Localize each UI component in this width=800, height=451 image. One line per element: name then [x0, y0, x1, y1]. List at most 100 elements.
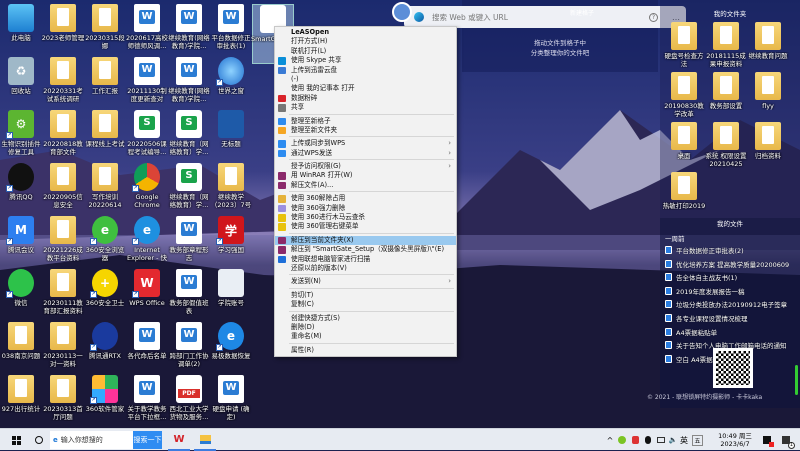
desktop-icon-folder[interactable]: 20220905信息安全 [42, 163, 84, 209]
desktop-icon-folder[interactable]: 20220331考试系统调研 [42, 57, 84, 103]
desktop-icon-pdf[interactable]: 西北工业大学货物及服务... [168, 375, 210, 421]
desktop-icon-word[interactable]: 教务部章程形志 [168, 216, 210, 262]
menu-item[interactable]: 创建快捷方式(S) [275, 314, 456, 323]
menu-item[interactable]: 上传或同步到WPS › [275, 139, 456, 148]
desktop-icon-image[interactable]: 学院账号 [210, 269, 252, 307]
desktop-icon-folder[interactable]: 20221226成教平台资料 [42, 216, 84, 262]
desktop-icon-qq[interactable]: ↗ 腾讯QQ [0, 163, 42, 201]
desktop-icon-word[interactable]: 2020617高校师德师风调... [126, 4, 168, 50]
desktop-icon-folder[interactable]: 20230113一对一资料 [42, 322, 84, 368]
file-explorer-icon[interactable] [194, 429, 216, 451]
menu-item[interactable]: 通过WPS发送 › [275, 149, 456, 158]
tray-expand-icon[interactable]: ^ [605, 429, 615, 451]
desktop-icon-wechat[interactable]: ↗ 微信 [0, 269, 42, 307]
tray-360-icon[interactable] [617, 429, 627, 451]
desktop-icon-xuexi[interactable]: 学 ↗ 学习强国 [210, 216, 252, 254]
menu-item[interactable]: 删除(D) [275, 323, 456, 332]
desktop-icon-rtx[interactable]: ↗ 腾讯通RTX [84, 322, 126, 360]
search-button[interactable]: 搜索一下 [133, 431, 162, 449]
desktop-icon-recover[interactable]: e ↗ 易极数据恢复 [210, 322, 252, 360]
menu-item[interactable]: 使用 Skype 共享 [275, 56, 456, 65]
recent-file-item[interactable]: 各专业课程设置情况梳理 [665, 312, 748, 324]
tray-qq-icon[interactable] [643, 429, 653, 451]
desktop-icon-sheet[interactable]: 继续教育（网络教育）学... [168, 110, 210, 156]
edge-search-input[interactable]: 搜索 Web 或键入 URL [432, 12, 508, 23]
desktop-icon-globe[interactable]: ↗ 世界之窗 [210, 57, 252, 95]
clock[interactable]: 10:49 周三 2023/6/7 [712, 429, 758, 451]
menu-item[interactable]: 解压到当前文件夹(X) [275, 235, 456, 246]
desktop-icon-word[interactable]: 关于教学教务平台下拉框... [126, 375, 168, 421]
ime-indicator[interactable]: 五 [692, 429, 703, 451]
menu-item[interactable]: 用 WinRAR 打开(W) [275, 171, 456, 180]
fence-folder[interactable]: 继续教育问题 [747, 22, 789, 60]
desktop-icon-word[interactable]: 平台数据修正审批表(1) [210, 4, 252, 50]
fence-scrollbar[interactable] [795, 365, 798, 395]
desktop-icon-sheet[interactable]: 继续教育（网络教育）学... [168, 163, 210, 209]
desktop-icon-word[interactable]: 硬盘申请 (确定) [210, 375, 252, 421]
desktop-icon-folder[interactable]: 2023老师管理 [42, 4, 84, 42]
menu-item[interactable]: 还原以前的版本(V) [275, 264, 456, 273]
desktop-icon-soft360[interactable]: ↗ 360软件管家 [84, 375, 126, 413]
menu-item[interactable]: 复制(C) [275, 300, 456, 309]
edge-search-bar[interactable]: 搜索 Web 或键入 URL 新建格子 ? … [404, 6, 686, 28]
menu-item[interactable]: 上传到迅雷云盘 [275, 66, 456, 75]
recent-file-item[interactable]: 2019年度发展报告一稿 [665, 285, 745, 297]
menu-item[interactable]: 解压文件(A)... [275, 181, 456, 190]
fence-folder[interactable]: 归档资料 [747, 122, 789, 160]
menu-item[interactable]: (-) [275, 75, 456, 84]
tray-app-icon[interactable] [760, 429, 774, 451]
menu-item[interactable]: 使用 360解除占用 [275, 194, 456, 203]
desktop-icon-folder[interactable]: 927出行统计 [0, 375, 42, 413]
desktop-icon-guard360[interactable]: + ↗ 360安全卫士 [84, 269, 126, 307]
desktop-icon-word[interactable]: 20211130制度更新查对 [126, 57, 168, 103]
desktop-icon-word[interactable]: 跨部门工作协调单(2) [168, 322, 210, 368]
desktop-icon-chrome[interactable]: ↗ Google Chrome [126, 163, 168, 209]
fence-folder[interactable]: 20190830教学改革 [663, 72, 705, 118]
volume-icon[interactable]: 🔈 [668, 429, 678, 451]
menu-item[interactable]: 使用 360管理右键菜单 [275, 222, 456, 231]
desktop-icon-folder[interactable]: 20230111教育部汇报资料 [42, 269, 84, 315]
desktop-icon-folder[interactable]: 继续教学（2023）7号关... [210, 163, 252, 209]
recent-file-item[interactable]: 平台数据修正审批表(2) [665, 244, 744, 256]
desktop-icon-word[interactable]: 教务部假值班表 [168, 269, 210, 315]
desktop-icon-folder[interactable]: 20230315段娜 [84, 4, 126, 50]
menu-item[interactable]: 整理至新文件夹 [275, 126, 456, 135]
menu-item[interactable]: 联机打开(L) [275, 47, 456, 56]
wallpaper-credit[interactable]: © 2021 - 联想锁屏特约摄影师 - 卡卡kaka [647, 392, 762, 401]
menu-item[interactable]: 打开方式(H) [275, 37, 456, 46]
menu-item[interactable]: 使用联想电脑管家进行扫描 [275, 255, 456, 264]
desktop-icon-folder[interactable]: 20230313首厅问题 [42, 375, 84, 421]
recent-file-item[interactable]: 告全体自主战友书(1) [665, 271, 737, 283]
menu-item[interactable]: 剪切(T) [275, 291, 456, 300]
wps-taskbar-icon[interactable]: W [168, 429, 190, 451]
recent-file-item[interactable]: A4票据粘贴单 [665, 326, 717, 338]
desktop-icon-gear[interactable]: ⚙ ↗ 生物识别插件修复工具 [0, 110, 42, 156]
desktop-icon-sheet[interactable]: 20220506课程考试编导... [126, 110, 168, 156]
menu-item[interactable]: 发送到(N) › [275, 277, 456, 286]
menu-item[interactable]: 整理至新格子 [275, 117, 456, 126]
recent-file-item[interactable]: 垃圾分类投放办法20190912电子签章 [665, 298, 787, 310]
network-icon[interactable] [656, 429, 666, 451]
desktop-icon-browser360[interactable]: e ↗ 360安全浏览器 [84, 216, 126, 262]
desktop-icon-word[interactable]: 继续教育(网络教育)学院... [168, 4, 210, 50]
menu-item[interactable]: 使用 我的记事本 打开 [275, 84, 456, 93]
menu-item[interactable]: LeASOpen [275, 28, 456, 37]
fence-folder[interactable]: flyy [747, 72, 789, 110]
desktop-icon-folder[interactable]: 工作汇报 [84, 57, 126, 95]
desktop-icon-word[interactable]: 继续教育(网络教育)学院... [168, 57, 210, 103]
menu-item[interactable]: 数据粉碎 [275, 94, 456, 103]
fence-folder[interactable]: 热敏打印2019 [663, 172, 705, 210]
desktop-icon-folder[interactable]: 20220818教育部文件 [42, 110, 84, 156]
fence-folder[interactable]: 教务部设置 [705, 72, 747, 110]
start-button[interactable] [6, 429, 26, 451]
desktop-icon-wps[interactable]: W ↗ WPS Office [126, 269, 168, 307]
desktop-icon-recycle[interactable]: ♻ 回收站 [0, 57, 42, 95]
fence-folder[interactable]: 硬盘号检查方法 [663, 22, 705, 68]
mascot-icon[interactable] [392, 2, 412, 22]
fence-folder[interactable]: 系统 权限设置20210425 [705, 122, 747, 168]
fence-folder[interactable]: 20181115成果申报资料 [705, 22, 747, 68]
desktop-icon-app[interactable]: 无标题 [210, 110, 252, 148]
search-input[interactable]: e 输入你想搜的 [50, 431, 133, 449]
menu-item[interactable]: 重命名(M) [275, 332, 456, 341]
search-icon[interactable] [30, 429, 48, 451]
